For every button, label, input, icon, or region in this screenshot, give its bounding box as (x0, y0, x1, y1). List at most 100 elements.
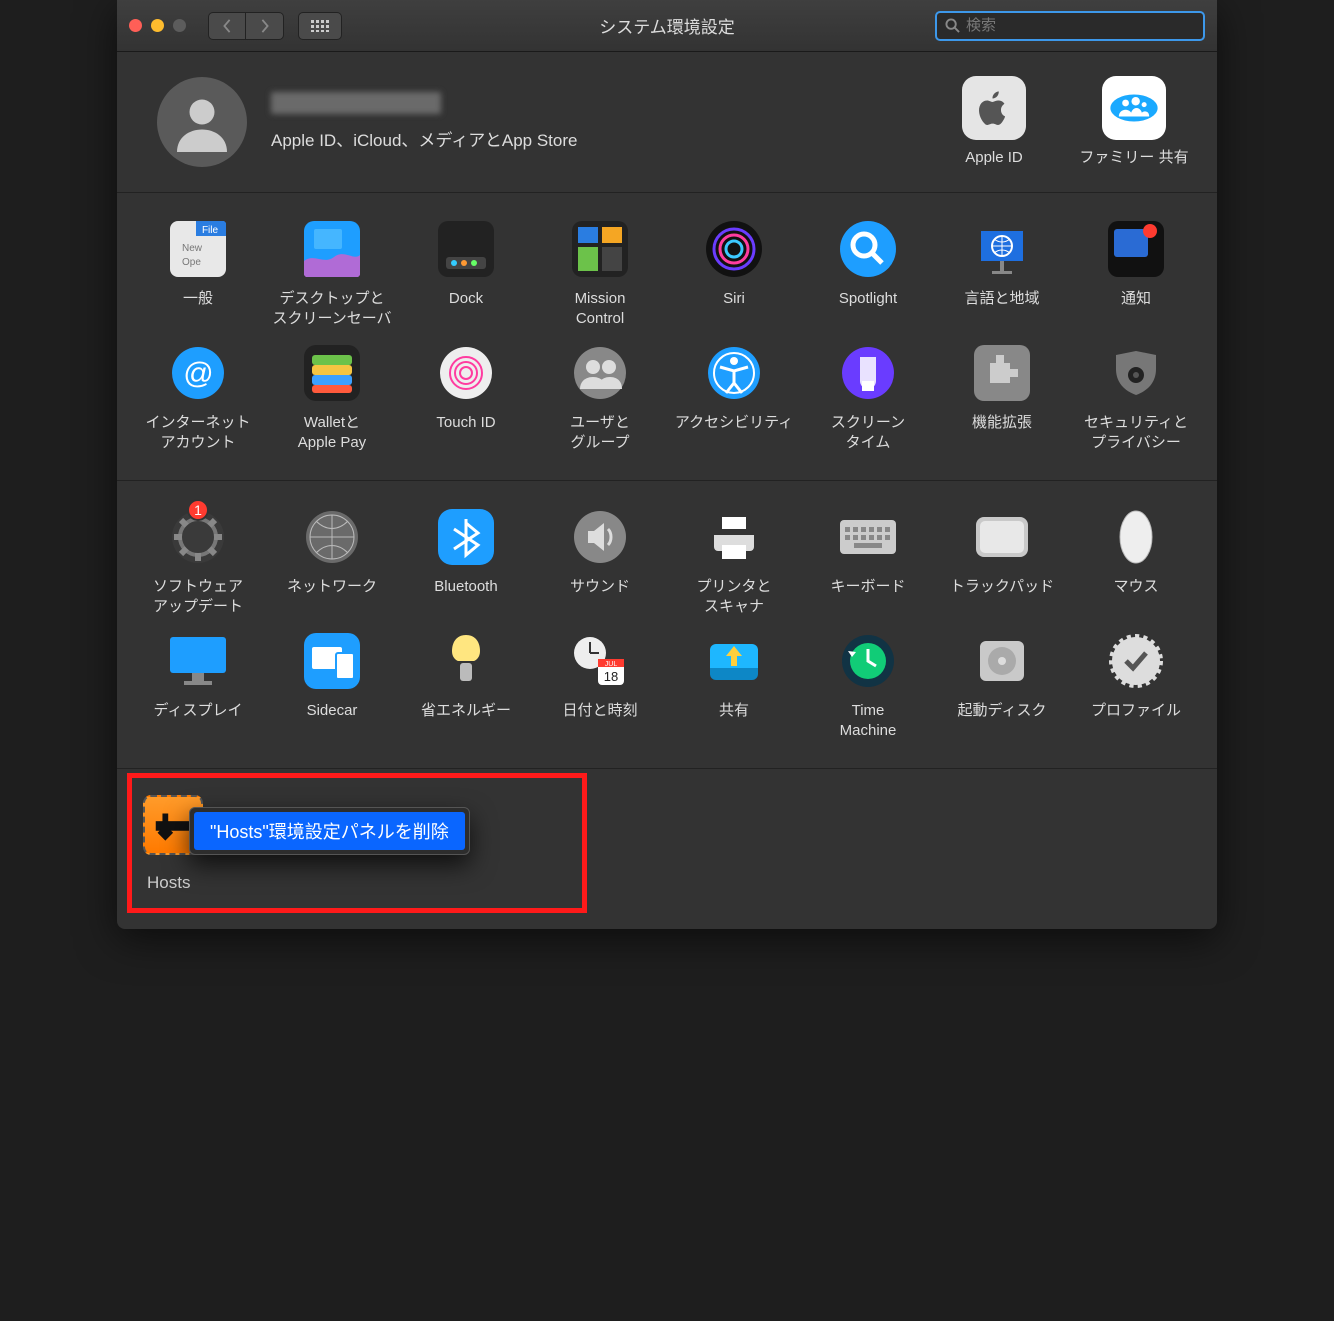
ext-prefpane[interactable]: 機能拡張 (935, 339, 1069, 458)
datetime-icon: JUL18 (570, 631, 630, 691)
users-prefpane[interactable]: ユーザと グループ (533, 339, 667, 458)
prefs-section-2: 1ソフトウェア アップデートネットワーク Bluetooth サウンド プリンタと ス… (117, 481, 1217, 769)
zoom-window-button[interactable] (173, 19, 186, 32)
profiles-label: プロファイル (1091, 701, 1181, 741)
timemachine-label: Time Machine (840, 701, 897, 742)
ext-label: 機能拡張 (972, 413, 1032, 453)
notif-prefpane[interactable]: 通知 (1069, 215, 1203, 334)
printers-icon (704, 507, 764, 567)
security-icon (1106, 343, 1166, 403)
users-icon (570, 343, 630, 403)
wallet-prefpane[interactable]: Walletと Apple Pay (265, 339, 399, 458)
timemachine-icon (838, 631, 898, 691)
account-text: Apple ID、iCloud、メディアとApp Store (271, 92, 577, 151)
internet-prefpane[interactable]: @ インターネット アカウント (131, 339, 265, 458)
general-label: 一般 (183, 289, 213, 329)
siri-icon (704, 219, 764, 279)
mouse-label: マウス (1113, 577, 1158, 617)
lang-prefpane[interactable]: 言語と地域 (935, 215, 1069, 334)
sidecar-label: Sidecar (307, 701, 358, 741)
mouse-prefpane[interactable]: マウス (1069, 503, 1203, 622)
keyboard-label: キーボード (830, 577, 905, 617)
security-label: セキュリティと プライバシー (1084, 413, 1188, 454)
back-button[interactable] (208, 12, 246, 40)
dock-prefpane[interactable]: Dock (399, 215, 533, 334)
a11y-icon (704, 343, 764, 403)
minimize-window-button[interactable] (151, 19, 164, 32)
third-party-section: Hosts "Hosts"環境設定パネルを削除 (117, 769, 1217, 929)
notif-label: 通知 (1121, 289, 1151, 329)
forward-button[interactable] (246, 12, 284, 40)
startup-label: 起動ディスク (958, 701, 1047, 741)
wallet-icon (302, 343, 362, 403)
close-window-button[interactable] (129, 19, 142, 32)
screentime-label: スクリーン タイム (831, 413, 905, 454)
a11y-prefpane[interactable]: アクセシビリティ (667, 339, 801, 458)
siri-label: Siri (723, 289, 745, 329)
svg-text:@: @ (183, 357, 213, 390)
family-icon (1102, 76, 1166, 140)
desktop-prefpane[interactable]: デスクトップと スクリーンセーバ (265, 215, 399, 334)
spotlight-label: Spotlight (839, 289, 897, 329)
swupdate-badge: 1 (187, 499, 209, 521)
sharing-icon (704, 631, 764, 691)
lang-icon (972, 219, 1032, 279)
wallet-label: Walletと Apple Pay (298, 413, 366, 454)
network-label: ネットワーク (287, 577, 377, 617)
sound-icon (570, 507, 630, 567)
ext-icon (972, 343, 1032, 403)
search-field[interactable] (935, 11, 1205, 41)
timemachine-prefpane[interactable]: Time Machine (801, 627, 935, 746)
sidecar-icon (302, 631, 362, 691)
family-sharing-button[interactable]: ファミリー 共有 (1079, 76, 1189, 168)
mission-prefpane[interactable]: Mission Control (533, 215, 667, 334)
mission-icon (570, 219, 630, 279)
svg-text:Ope: Ope (182, 257, 201, 268)
touchid-prefpane[interactable]: Touch ID (399, 339, 533, 458)
energy-prefpane[interactable]: 省エネルギー (399, 627, 533, 746)
siri-prefpane[interactable]: Siri (667, 215, 801, 334)
network-prefpane[interactable]: ネットワーク (265, 503, 399, 622)
apple-id-button[interactable]: Apple ID (939, 76, 1049, 168)
security-prefpane[interactable]: セキュリティと プライバシー (1069, 339, 1203, 458)
lang-label: 言語と地域 (964, 289, 1039, 329)
desktop-label: デスクトップと スクリーンセーバ (272, 289, 391, 330)
a11y-label: アクセシビリティ (675, 413, 793, 453)
spotlight-prefpane[interactable]: Spotlight (801, 215, 935, 334)
avatar[interactable] (157, 77, 247, 167)
startup-icon (972, 631, 1032, 691)
datetime-prefpane[interactable]: JUL18日付と時刻 (533, 627, 667, 746)
general-prefpane[interactable]: FileNewOpe一般 (131, 215, 265, 334)
printers-label: プリンタと スキャナ (696, 577, 771, 618)
window-controls (129, 19, 186, 32)
titlebar: システム環境設定 (117, 0, 1217, 52)
displays-prefpane[interactable]: ディスプレイ (131, 627, 265, 746)
sharing-label: 共有 (719, 701, 749, 741)
profiles-prefpane[interactable]: プロファイル (1069, 627, 1203, 746)
family-label: ファミリー 共有 (1079, 148, 1188, 168)
svg-text:New: New (182, 243, 203, 254)
touchid-label: Touch ID (436, 413, 495, 453)
internet-label: インターネット アカウント (145, 413, 250, 454)
trackpad-prefpane[interactable]: トラックパッド (935, 503, 1069, 622)
context-menu: "Hosts"環境設定パネルを削除 (189, 807, 470, 855)
sound-label: サウンド (570, 577, 630, 617)
sharing-prefpane[interactable]: 共有 (667, 627, 801, 746)
search-input[interactable] (966, 17, 1195, 34)
remove-hosts-menu-item[interactable]: "Hosts"環境設定パネルを削除 (194, 812, 465, 850)
startup-prefpane[interactable]: 起動ディスク (935, 627, 1069, 746)
bluetooth-prefpane[interactable]: Bluetooth (399, 503, 533, 622)
account-shortcuts: Apple ID ファミリー 共有 (939, 76, 1189, 168)
account-subtitle: Apple ID、iCloud、メディアとApp Store (271, 126, 577, 151)
screentime-prefpane[interactable]: スクリーン タイム (801, 339, 935, 458)
account-header: Apple ID、iCloud、メディアとApp Store Apple ID … (117, 52, 1217, 193)
keyboard-prefpane[interactable]: キーボード (801, 503, 935, 622)
desktop-icon (302, 219, 362, 279)
mouse-icon (1106, 507, 1166, 567)
printers-prefpane[interactable]: プリンタと スキャナ (667, 503, 801, 622)
swupdate-prefpane[interactable]: 1ソフトウェア アップデート (131, 503, 265, 622)
spotlight-icon (838, 219, 898, 279)
sound-prefpane[interactable]: サウンド (533, 503, 667, 622)
sidecar-prefpane[interactable]: Sidecar (265, 627, 399, 746)
show-all-button[interactable] (298, 12, 342, 40)
